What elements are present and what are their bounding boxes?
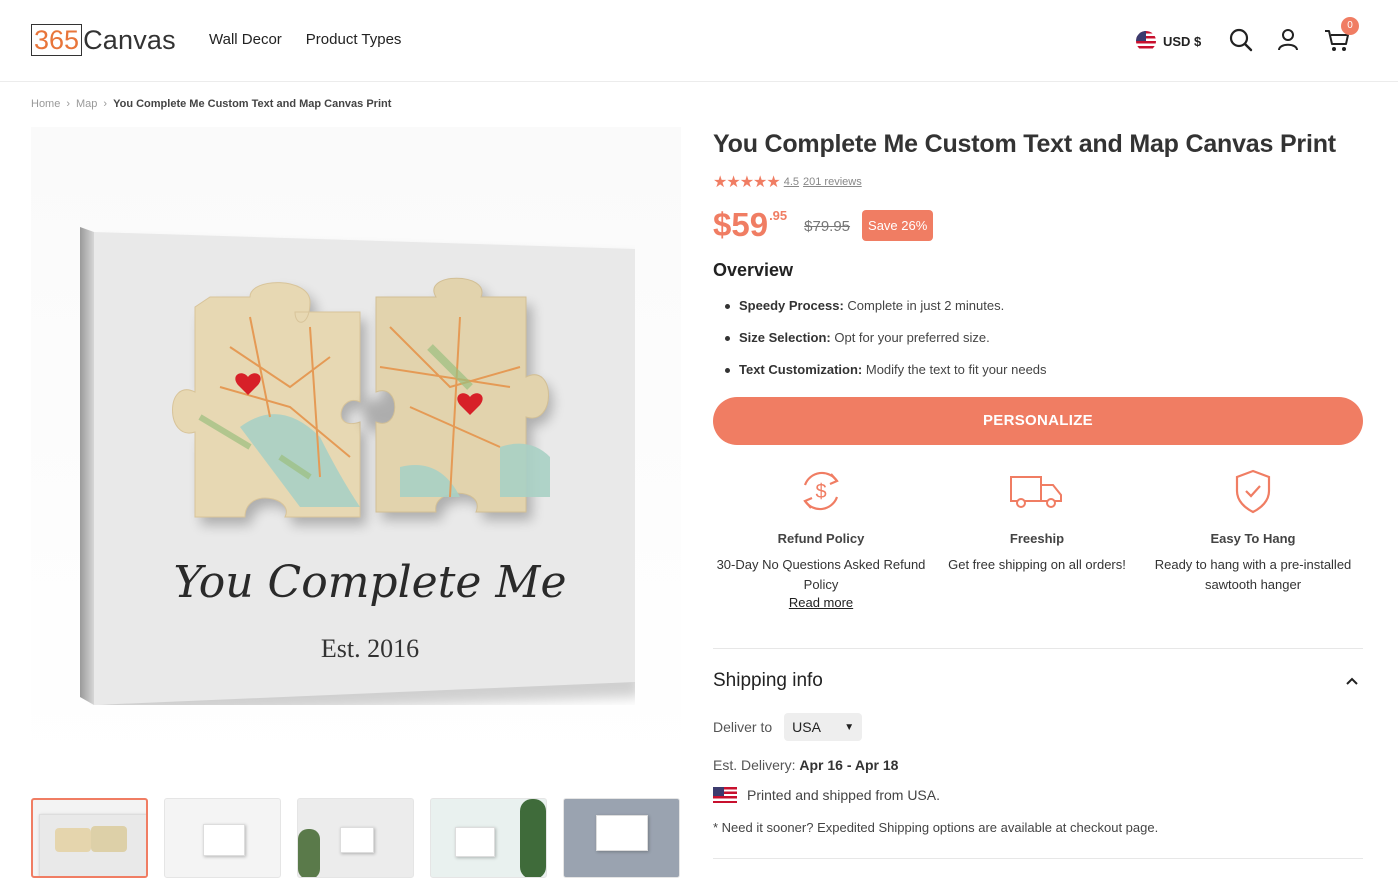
shield-check-icon — [1235, 469, 1271, 514]
feature-text: Get free shipping on all orders! — [948, 557, 1126, 572]
divider — [713, 858, 1363, 859]
logo-number: 365 — [31, 24, 83, 56]
feature-text: 30-Day No Questions Asked Refund Policy — [716, 557, 926, 592]
feature-text: Ready to hang with a pre-installed sawto… — [1154, 557, 1352, 592]
site-header: 365 Canvas Wall Decor Product Types USD … — [0, 0, 1398, 82]
estimated-delivery: Est. Delivery: Apr 16 - Apr 18 — [713, 757, 899, 773]
feature-title: Refund Policy — [777, 531, 865, 546]
logo-text: Canvas — [83, 25, 176, 55]
overview-list: Speedy Process: Complete in just 2 minut… — [725, 298, 1047, 394]
thumbnail-4[interactable] — [430, 798, 547, 878]
star-rating-icon: ★★★★★ — [713, 174, 781, 191]
personalize-button[interactable]: PERSONALIZE — [713, 397, 1363, 445]
feature-refund: $ Refund Policy 30-Day No Questions Aske… — [713, 465, 929, 610]
us-flag-icon — [713, 787, 737, 803]
thumbnail-5[interactable] — [563, 798, 680, 878]
rating-value: 4.5 — [783, 176, 800, 188]
currency-selector[interactable]: USD $ — [1136, 31, 1201, 51]
caret-down-icon: ▼ — [844, 721, 855, 733]
chevron-up-icon[interactable] — [1344, 673, 1360, 689]
country-value: USA — [792, 719, 821, 735]
list-item: Speedy Process: Complete in just 2 minut… — [725, 298, 1047, 330]
breadcrumb-home[interactable]: Home — [31, 98, 60, 110]
canvas-est: Est. 2016 — [321, 634, 419, 663]
us-flag-icon — [1136, 31, 1156, 51]
shipped-from-text: Printed and shipped from USA. — [747, 787, 940, 803]
cart-count-badge: 0 — [1341, 17, 1359, 35]
refund-icon: $ — [803, 471, 839, 511]
thumbnail-strip — [31, 798, 680, 878]
list-item: Size Selection: Opt for your preferred s… — [725, 330, 1047, 362]
currency-label: USD $ — [1163, 33, 1202, 49]
product-rating[interactable]: ★★★★★ 4.5 201 reviews — [713, 172, 862, 192]
product-title: You Complete Me Custom Text and Map Canv… — [713, 130, 1336, 158]
feature-freeship: Freeship Get free shipping on all orders… — [929, 465, 1145, 610]
original-price: $79.95 — [804, 218, 851, 235]
country-select[interactable]: USA ▼ — [784, 713, 863, 741]
breadcrumb-current: You Complete Me Custom Text and Map Canv… — [113, 98, 392, 110]
reviews-link[interactable]: 201 reviews — [803, 176, 862, 188]
expedited-note: * Need it sooner? Expedited Shipping opt… — [713, 820, 1159, 835]
feature-list: $ Refund Policy 30-Day No Questions Aske… — [713, 465, 1363, 610]
save-badge: Save 26% — [862, 210, 934, 241]
list-item: Text Customization: Modify the text to f… — [725, 362, 1047, 394]
product-main-image[interactable]: You Complete Me Est. 2016 — [31, 127, 681, 777]
nav-product-types[interactable]: Product Types — [306, 31, 402, 48]
current-price: $59.95 — [713, 206, 788, 243]
price-row: $59.95 $79.95 Save 26% — [713, 205, 934, 245]
main-nav: Wall Decor Product Types — [209, 31, 401, 48]
thumbnail-1[interactable] — [31, 798, 148, 878]
feature-title: Easy To Hang — [1210, 531, 1296, 546]
breadcrumb-map[interactable]: Map — [76, 98, 97, 110]
read-more-link[interactable]: Read more — [713, 595, 929, 610]
feature-title: Freeship — [1009, 531, 1065, 546]
feature-easy-hang: Easy To Hang Ready to hang with a pre-in… — [1145, 465, 1361, 610]
chevron-right-icon: › — [66, 98, 71, 110]
canvas-caption: You Complete Me — [174, 557, 567, 608]
breadcrumb: Home › Map › You Complete Me Custom Text… — [31, 98, 391, 110]
svg-text:$: $ — [815, 481, 826, 503]
chevron-right-icon: › — [103, 98, 108, 110]
deliver-to-label: Deliver to — [713, 719, 773, 735]
shipped-from: Printed and shipped from USA. — [713, 787, 940, 803]
canvas-print-image: You Complete Me Est. 2016 — [80, 227, 635, 705]
search-icon[interactable] — [1228, 27, 1254, 53]
logo[interactable]: 365 Canvas — [31, 24, 176, 56]
shipping-info-heading[interactable]: Shipping info — [713, 670, 823, 692]
account-icon[interactable] — [1275, 27, 1301, 53]
thumbnail-2[interactable] — [164, 798, 281, 878]
delivery-dates: Apr 16 - Apr 18 — [799, 757, 899, 773]
overview-heading: Overview — [713, 260, 794, 280]
truck-icon — [1010, 476, 1062, 508]
thumbnail-3[interactable] — [297, 798, 414, 878]
nav-wall-decor[interactable]: Wall Decor — [209, 31, 282, 48]
divider — [713, 648, 1363, 649]
deliver-to-row: Deliver to USA ▼ — [713, 713, 863, 741]
